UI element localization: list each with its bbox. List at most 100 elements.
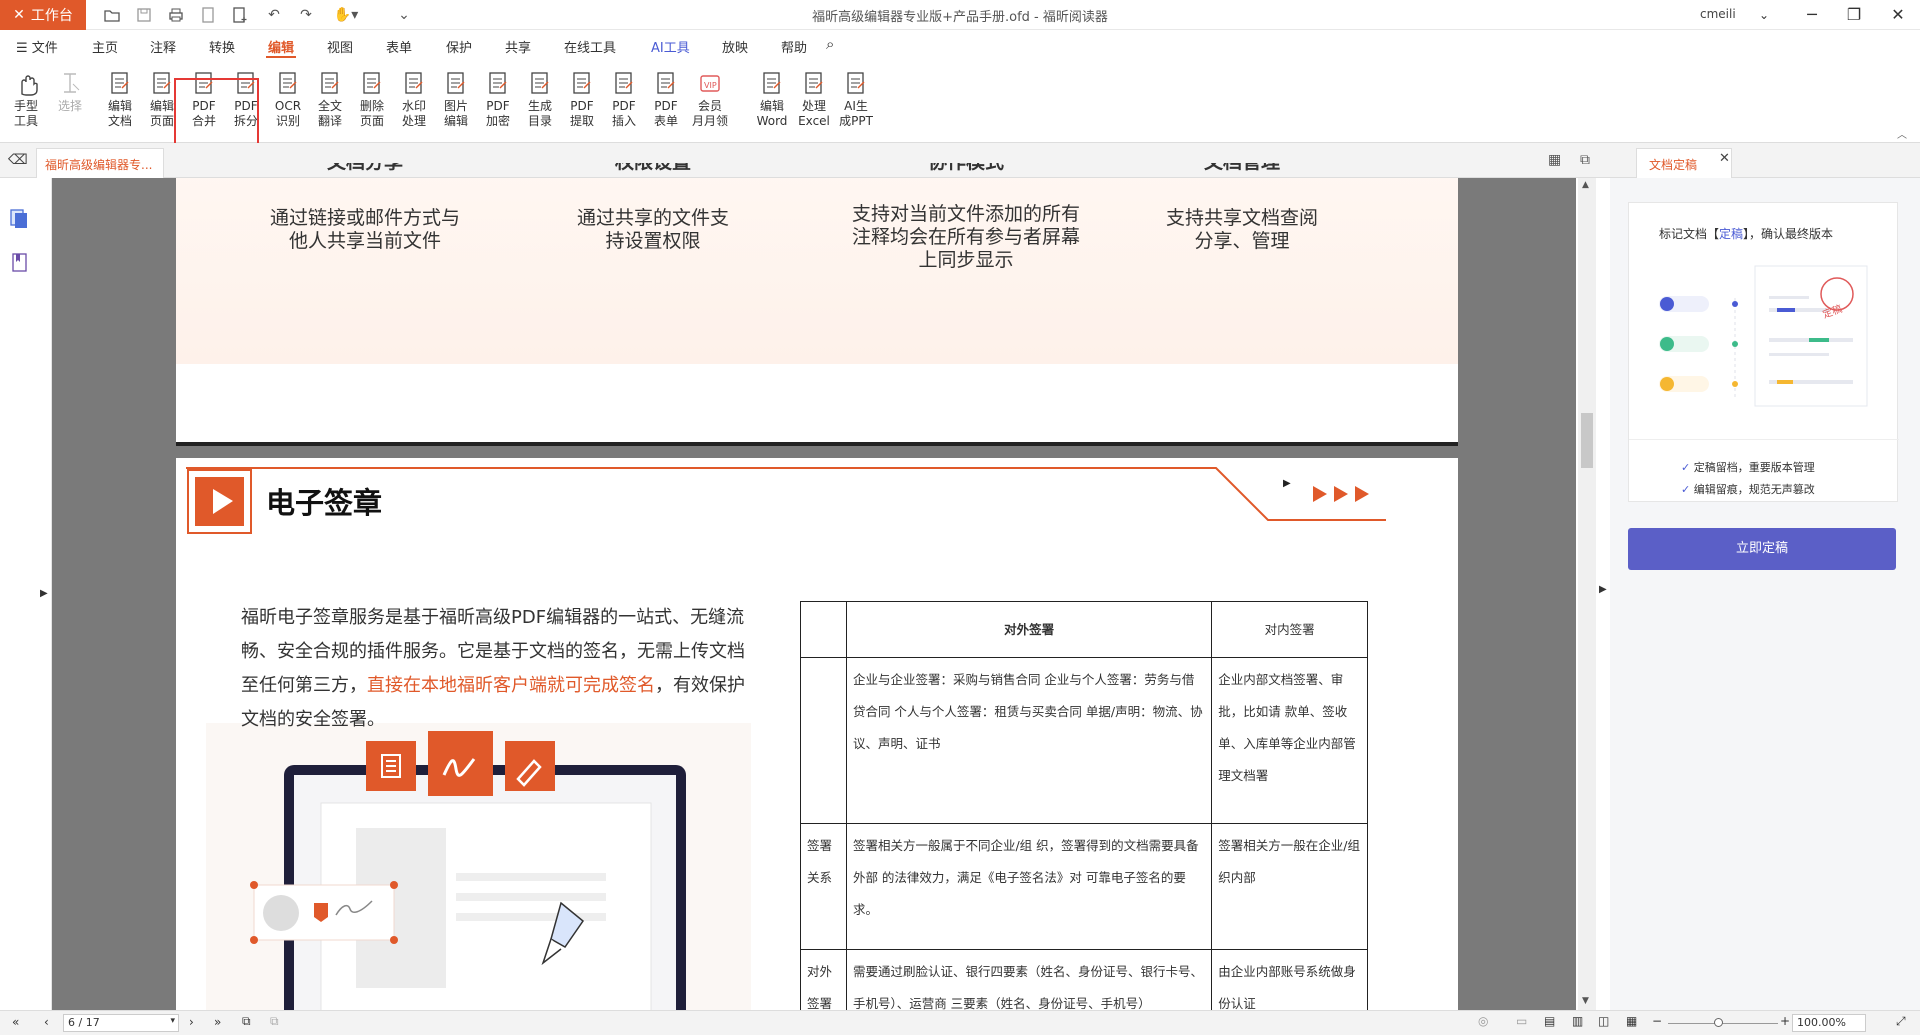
feature-title: 权限设置 (513, 163, 793, 177)
restore-icon[interactable]: ❐ (1842, 4, 1866, 26)
watermark-button[interactable]: 水印 处理 (394, 70, 434, 129)
hamburger-icon: ☰ (16, 41, 28, 56)
user-name[interactable]: cmeili (1700, 7, 1736, 21)
menu-protect[interactable]: 保护 (446, 37, 472, 56)
duplicate-view-icon[interactable]: ⧉ (242, 1014, 251, 1029)
svg-text:VIP: VIP (704, 81, 717, 90)
table-cell: 企业与企业签署：采购与销售合同 企业与个人签署：劳务与借贷合同 个人与个人签署：… (845, 657, 1213, 824)
menu-view[interactable]: 视图 (327, 37, 353, 56)
expand-left-panel-icon[interactable]: ▶ (40, 588, 48, 599)
ocr-recognize-button[interactable]: OCR 识别 (268, 70, 308, 129)
single-page-icon[interactable]: ▤ (1544, 1014, 1555, 1028)
image-edit-button[interactable]: 图片 编辑 (436, 70, 476, 129)
pdf-extract-button[interactable]: PDF 提取 (562, 70, 602, 129)
print-icon[interactable] (168, 7, 184, 23)
close-icon[interactable]: ✕ (1886, 4, 1910, 26)
tool-label-line2: 工具 (13, 114, 38, 128)
export-icon[interactable] (200, 7, 216, 23)
open-folder-icon[interactable] (104, 7, 120, 23)
first-page-icon[interactable]: « (12, 1015, 19, 1029)
select-tool-button[interactable]: 选择 (50, 70, 90, 114)
read-mode-icon[interactable]: ◎ (1478, 1014, 1488, 1028)
menu-ai-tools[interactable]: AI工具 (651, 37, 690, 56)
search-icon[interactable]: ⌕ (826, 35, 834, 53)
document-tab[interactable]: 福昕高级编辑器专... (36, 148, 164, 178)
eraser-icon[interactable]: ⌫ (8, 152, 28, 168)
undo-icon[interactable]: ↶ (266, 7, 282, 23)
next-page-icon[interactable]: › (189, 1015, 194, 1029)
edit-document-button[interactable]: 编辑 文档 (100, 70, 140, 129)
menu-home[interactable]: 主页 (92, 37, 118, 56)
zoom-out-icon[interactable]: − (1652, 1014, 1662, 1028)
scroll-thumb[interactable] (1581, 413, 1593, 468)
pdf-encrypt-button[interactable]: PDF 加密 (478, 70, 518, 129)
continuous-page-icon[interactable]: ▥ (1572, 1014, 1583, 1028)
menu-form[interactable]: 表单 (386, 37, 412, 56)
section-paragraph: 福昕电子签章服务是基于福昕高级PDF编辑器的一站式、无缝流畅、安全合规的插件服务… (241, 601, 761, 737)
vertical-scrollbar[interactable]: ▲ ▼ (1578, 178, 1596, 1010)
zoom-in-icon[interactable]: + (1780, 1014, 1790, 1028)
zoom-slider-handle[interactable] (1714, 1018, 1723, 1027)
ai-ppt-button[interactable]: AI生 成PPT (836, 70, 876, 129)
menu-share[interactable]: 共享 (505, 37, 531, 56)
customize-chevron-icon[interactable]: ⌄ (396, 7, 412, 23)
fullscreen-icon[interactable]: ⤢ (1896, 1014, 1906, 1029)
last-page-icon[interactable]: » (214, 1015, 221, 1029)
workbench-button[interactable]: ✕ 工作台 (0, 0, 86, 30)
delete-page-button[interactable]: 删除 页面 (352, 70, 392, 129)
menu-edit[interactable]: 编辑 (268, 37, 294, 56)
page-number-input[interactable]: 6 / 17 ▾ (63, 1014, 179, 1032)
expand-right-panel-icon[interactable]: ▶ (1283, 478, 1291, 489)
finalize-panel-tab[interactable]: 文档定稿 (1636, 148, 1732, 178)
edit-word-button[interactable]: 编辑 Word (752, 70, 792, 129)
full-translate-icon (321, 72, 339, 94)
previous-page-icon[interactable]: ‹ (44, 1015, 49, 1029)
member-monthly-button[interactable]: VIP 会员 月月领 (690, 70, 730, 129)
hand-dropdown-icon[interactable]: ✋▾ (332, 7, 360, 23)
generate-toc-button[interactable]: 生成 目录 (520, 70, 560, 129)
fit-page-icon[interactable]: ▭ (1516, 1014, 1527, 1028)
zoom-slider-track[interactable] (1668, 1023, 1778, 1024)
close-panel-icon[interactable]: ✕ (1719, 151, 1730, 166)
scroll-down-icon[interactable]: ▼ (1582, 996, 1589, 1006)
table-header-cell: 对内签署 (1211, 601, 1368, 658)
file-menu[interactable]: ☰ 文件 (16, 37, 58, 56)
grid-view-icon[interactable]: ▦ (1548, 152, 1561, 168)
collapse-ribbon-icon[interactable]: ︿ (1897, 126, 1907, 141)
tool-label-line2: 月月领 (691, 114, 728, 128)
account-chevron-icon[interactable]: ⌄ (1752, 4, 1776, 26)
menu-comment[interactable]: 注释 (150, 37, 176, 56)
feature-title: 文档管理 (1102, 163, 1382, 177)
bookmark-icon[interactable] (11, 252, 29, 278)
menu-online-tools[interactable]: 在线工具 (564, 37, 616, 56)
pdf-insert-button[interactable]: PDF 插入 (604, 70, 644, 129)
redo-icon[interactable]: ↷ (298, 7, 314, 23)
new-document-icon[interactable] (232, 7, 248, 23)
edit-page-icon (153, 72, 171, 94)
process-excel-button[interactable]: 处理 Excel (794, 70, 834, 129)
save-icon[interactable] (136, 7, 152, 23)
tool-label-line1: PDF (486, 99, 510, 113)
menu-convert[interactable]: 转换 (209, 37, 235, 56)
pages-thumbnail-icon[interactable] (9, 208, 29, 234)
finalize-now-button[interactable]: 立即定稿 (1628, 528, 1896, 570)
finalize-intro: 标记文档【定稿】，确认最终版本 (1659, 225, 1833, 242)
feature-description: 通过共享的文件支 持设置权限 (576, 207, 729, 252)
split-view-icon[interactable]: ⧉ (270, 1014, 279, 1029)
intro-link: 定稿 (1719, 227, 1744, 241)
hand-tool-button[interactable]: 手型 工具 (6, 70, 46, 129)
full-translate-button[interactable]: 全文 翻译 (310, 70, 350, 129)
scroll-up-icon[interactable]: ▲ (1582, 180, 1589, 190)
collapse-right-panel-icon[interactable]: ▶ (1599, 584, 1607, 595)
compare-icon[interactable]: ⧉ (1580, 152, 1590, 168)
zoom-level-input[interactable]: 100.00% (1792, 1014, 1866, 1032)
two-page-icon[interactable]: ◫ (1598, 1014, 1609, 1028)
menu-help[interactable]: 帮助 (781, 37, 807, 56)
pdf-form-button[interactable]: PDF 表单 (646, 70, 686, 129)
page-dropdown-icon[interactable]: ▾ (170, 1016, 175, 1026)
table-header-cell (800, 601, 847, 658)
tool-label-line1: 手型 (13, 99, 38, 113)
menu-slideshow[interactable]: 放映 (722, 37, 748, 56)
minimize-icon[interactable]: ─ (1800, 4, 1824, 26)
two-page-continuous-icon[interactable]: ▦ (1626, 1014, 1637, 1028)
